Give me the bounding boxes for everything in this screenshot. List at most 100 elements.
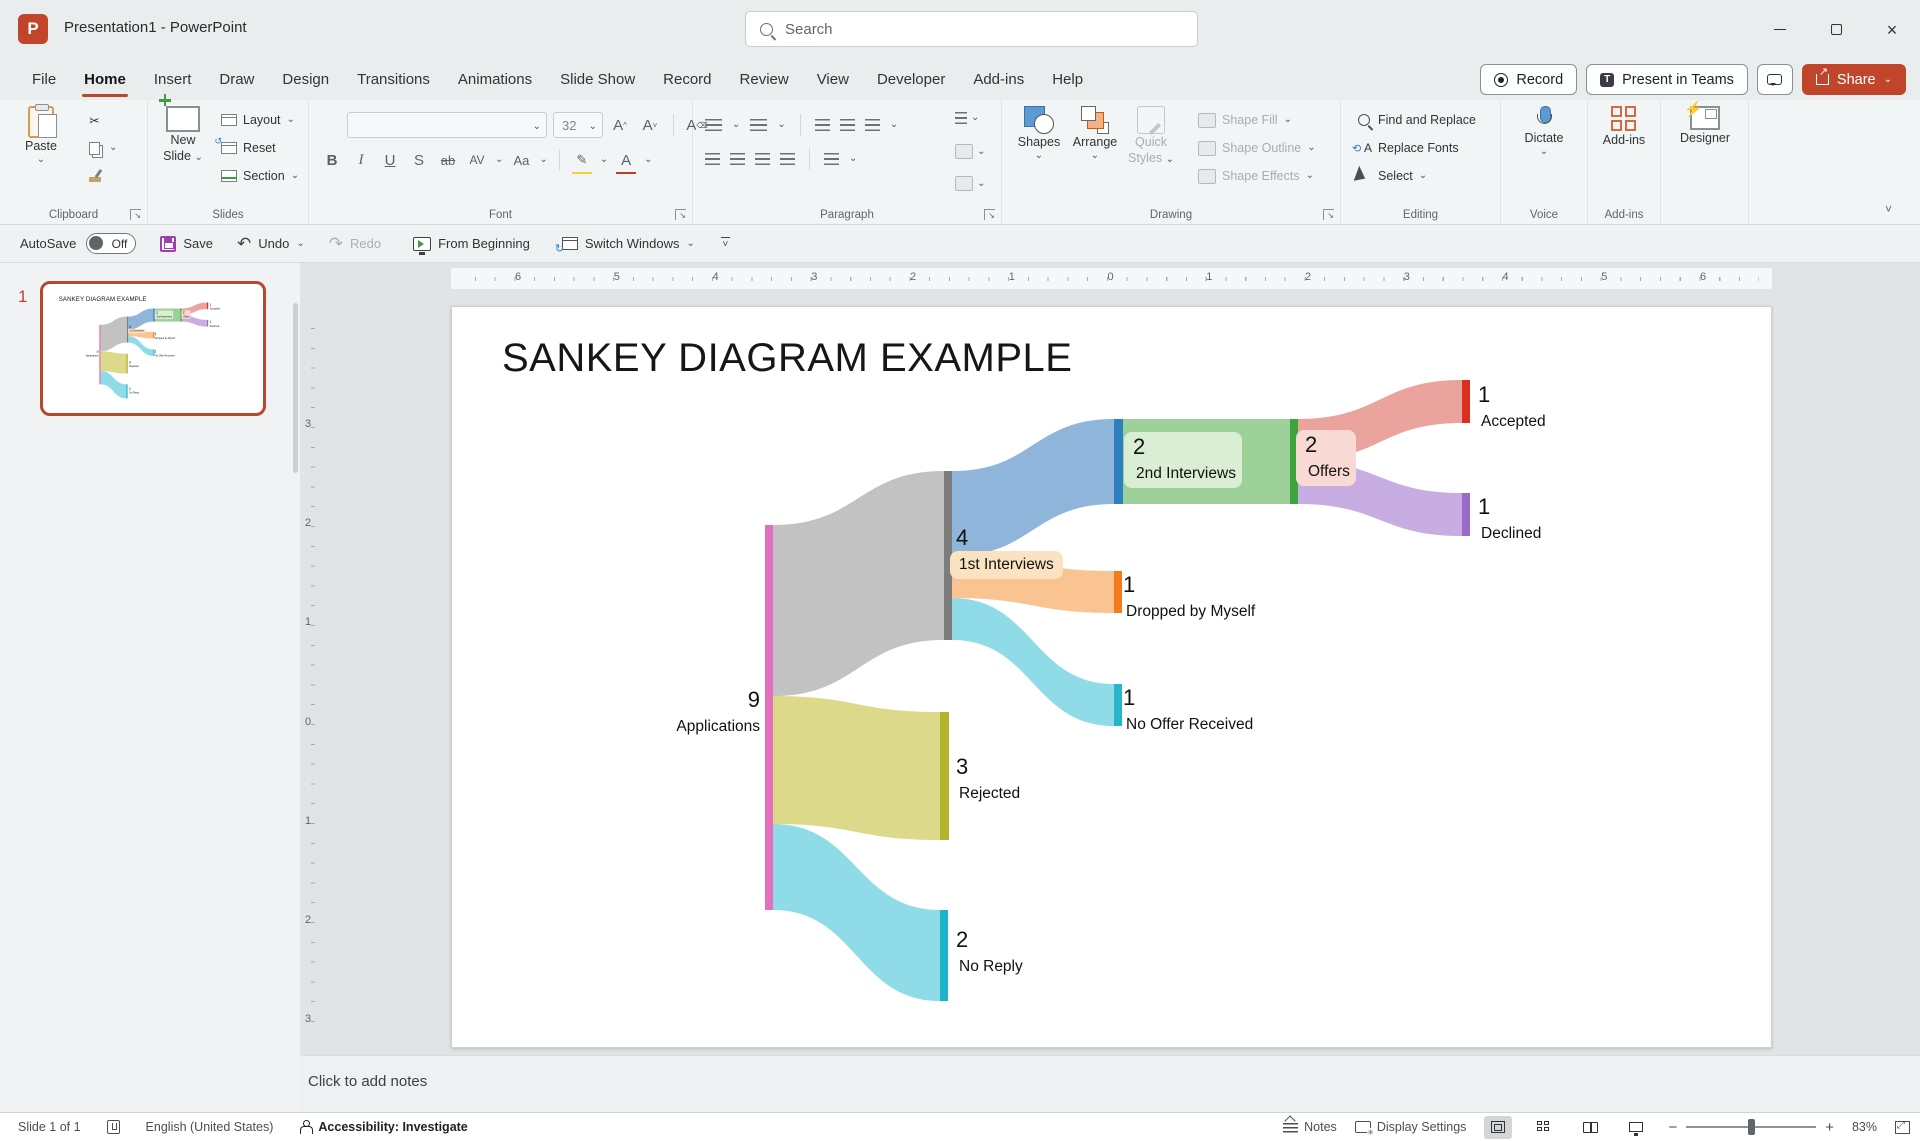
find-replace-button[interactable]: Find and Replace <box>1355 108 1476 132</box>
quick-styles-button[interactable]: Quick Styles ⌄ <box>1124 106 1178 166</box>
reading-view-button[interactable] <box>1576 1116 1604 1139</box>
tab-help[interactable]: Help <box>1038 59 1097 100</box>
increase-indent-icon[interactable] <box>840 119 855 131</box>
align-text-icon[interactable] <box>955 144 973 159</box>
normal-view-button[interactable] <box>1484 1116 1512 1139</box>
shape-fill-button[interactable]: Shape Fill⌄ <box>1198 108 1292 132</box>
search-input[interactable]: Search <box>745 11 1198 47</box>
close-button[interactable]: × <box>1864 0 1920 59</box>
shadow-button[interactable]: S <box>408 148 430 172</box>
smartart-icon[interactable] <box>955 176 973 191</box>
clipboard-dialog-launcher[interactable]: ↘ <box>130 209 141 220</box>
replace-fonts-button[interactable]: AReplace Fonts <box>1355 136 1459 160</box>
autosave-toggle[interactable]: Off <box>86 233 136 254</box>
zoom-in-button[interactable]: + <box>1825 1119 1834 1136</box>
slide-sorter-button[interactable] <box>1530 1116 1558 1139</box>
bullets-icon[interactable] <box>705 119 722 131</box>
from-beginning-button[interactable]: From Beginning <box>413 236 530 251</box>
maximize-button[interactable] <box>1808 0 1864 59</box>
zoom-out-button[interactable]: − <box>1668 1119 1677 1136</box>
new-slide-button[interactable]: New Slide ⌄ <box>156 106 210 164</box>
numbering-icon[interactable] <box>750 119 767 131</box>
font-size-select[interactable]: 32⌄ <box>553 112 603 138</box>
arrange-button[interactable]: Arrange ⌄ <box>1068 106 1122 161</box>
paste-button[interactable]: Paste ⌄ <box>14 106 68 165</box>
shape-outline-button[interactable]: Shape Outline⌄ <box>1198 136 1316 160</box>
designer-button[interactable]: Designer <box>1678 106 1732 146</box>
section-button[interactable]: Section⌄ <box>220 164 299 188</box>
tab-design[interactable]: Design <box>268 59 343 100</box>
tab-review[interactable]: Review <box>726 59 803 100</box>
cut-button[interactable]: ✂ <box>86 108 103 132</box>
justify-icon[interactable] <box>780 153 795 165</box>
share-button[interactable]: Share ⌄ <box>1802 64 1906 95</box>
minimize-button[interactable] <box>1752 0 1808 59</box>
align-center-icon[interactable] <box>730 153 745 165</box>
select-button[interactable]: Select⌄ <box>1355 164 1427 188</box>
notes-button[interactable]: Notes <box>1283 1119 1337 1135</box>
shape-effects-button[interactable]: Shape Effects⌄ <box>1198 164 1314 188</box>
tab-draw[interactable]: Draw <box>205 59 268 100</box>
redo-button[interactable]: ↷Redo <box>329 235 381 252</box>
bold-button[interactable]: B <box>321 148 343 172</box>
undo-button[interactable]: ↶Undo⌄ <box>237 235 305 252</box>
align-left-icon[interactable] <box>705 153 720 165</box>
tab-file[interactable]: File <box>18 59 70 100</box>
tab-transitions[interactable]: Transitions <box>343 59 444 100</box>
change-case-button[interactable]: Aa <box>510 148 532 172</box>
grow-font-button[interactable]: A^ <box>609 113 631 137</box>
drawing-dialog-launcher[interactable]: ↘ <box>1323 209 1334 220</box>
tab-insert[interactable]: Insert <box>140 59 206 100</box>
highlight-color-button[interactable]: ✎ <box>571 148 593 172</box>
line-spacing-icon[interactable] <box>865 119 880 131</box>
display-settings-button[interactable]: Display Settings <box>1355 1120 1467 1134</box>
shapes-button[interactable]: Shapes ⌄ <box>1012 106 1066 161</box>
strikethrough-button[interactable]: ab <box>437 148 459 172</box>
text-direction-icon[interactable] <box>955 112 967 124</box>
copy-button[interactable]: ⌄ <box>86 136 117 160</box>
italic-button[interactable]: I <box>350 148 372 172</box>
slideshow-button[interactable] <box>1622 1116 1650 1139</box>
font-name-select[interactable]: ⌄ <box>347 112 547 138</box>
font-color-button[interactable]: A <box>615 148 637 172</box>
tab-home[interactable]: Home <box>70 59 140 100</box>
underline-button[interactable]: U <box>379 148 401 172</box>
tab-record[interactable]: Record <box>649 59 725 100</box>
tab-animations[interactable]: Animations <box>444 59 546 100</box>
dictate-button[interactable]: Dictate ⌄ <box>1517 106 1571 157</box>
character-spacing-button[interactable]: AV <box>466 148 488 172</box>
format-painter-button[interactable] <box>86 164 103 188</box>
zoom-level[interactable]: 83% <box>1852 1120 1877 1134</box>
tab-developer[interactable]: Developer <box>863 59 959 100</box>
slide-thumbnail[interactable]: SANKEY DIAGRAM EXAMPLE9Applications41st … <box>40 281 266 416</box>
comments-button[interactable] <box>1757 64 1793 95</box>
panel-scrollbar[interactable] <box>293 303 298 473</box>
spellcheck-button[interactable] <box>107 1120 120 1134</box>
align-right-icon[interactable] <box>755 153 770 165</box>
sankey-diagram[interactable]: SANKEY DIAGRAM EXAMPLE9Applications41st … <box>452 307 1773 1049</box>
tab-view[interactable]: View <box>803 59 863 100</box>
language-button[interactable]: English (United States) <box>146 1120 274 1134</box>
decrease-indent-icon[interactable] <box>815 119 830 131</box>
record-button[interactable]: Record <box>1480 64 1577 95</box>
customize-qat-button[interactable]: ˅ <box>721 237 730 250</box>
zoom-slider[interactable] <box>1686 1126 1816 1128</box>
tab-slide-show[interactable]: Slide Show <box>546 59 649 100</box>
layout-button[interactable]: Layout⌄ <box>220 108 295 132</box>
accessibility-button[interactable]: Accessibility: Investigate <box>299 1120 467 1135</box>
present-in-teams-button[interactable]: Present in Teams <box>1586 64 1748 95</box>
slide[interactable]: SANKEY DIAGRAM EXAMPLE9Applications41st … <box>451 306 1772 1048</box>
switch-windows-button[interactable]: Switch Windows⌄ <box>562 236 695 251</box>
zoom-slider-thumb[interactable] <box>1748 1119 1755 1135</box>
collapse-ribbon-button[interactable]: ˅ <box>1885 202 1892 216</box>
font-dialog-launcher[interactable]: ↘ <box>675 209 686 220</box>
fit-to-window-icon[interactable] <box>1895 1121 1910 1134</box>
addins-button[interactable]: Add-ins <box>1597 106 1651 148</box>
reset-button[interactable]: Reset <box>220 136 276 160</box>
paragraph-dialog-launcher[interactable]: ↘ <box>984 209 995 220</box>
columns-icon[interactable] <box>824 153 839 165</box>
shrink-font-button[interactable]: A˅ <box>639 113 661 137</box>
notes-pane[interactable]: Click to add notes <box>300 1055 1920 1112</box>
save-button[interactable]: Save <box>160 236 213 252</box>
tab-add-ins[interactable]: Add-ins <box>959 59 1038 100</box>
